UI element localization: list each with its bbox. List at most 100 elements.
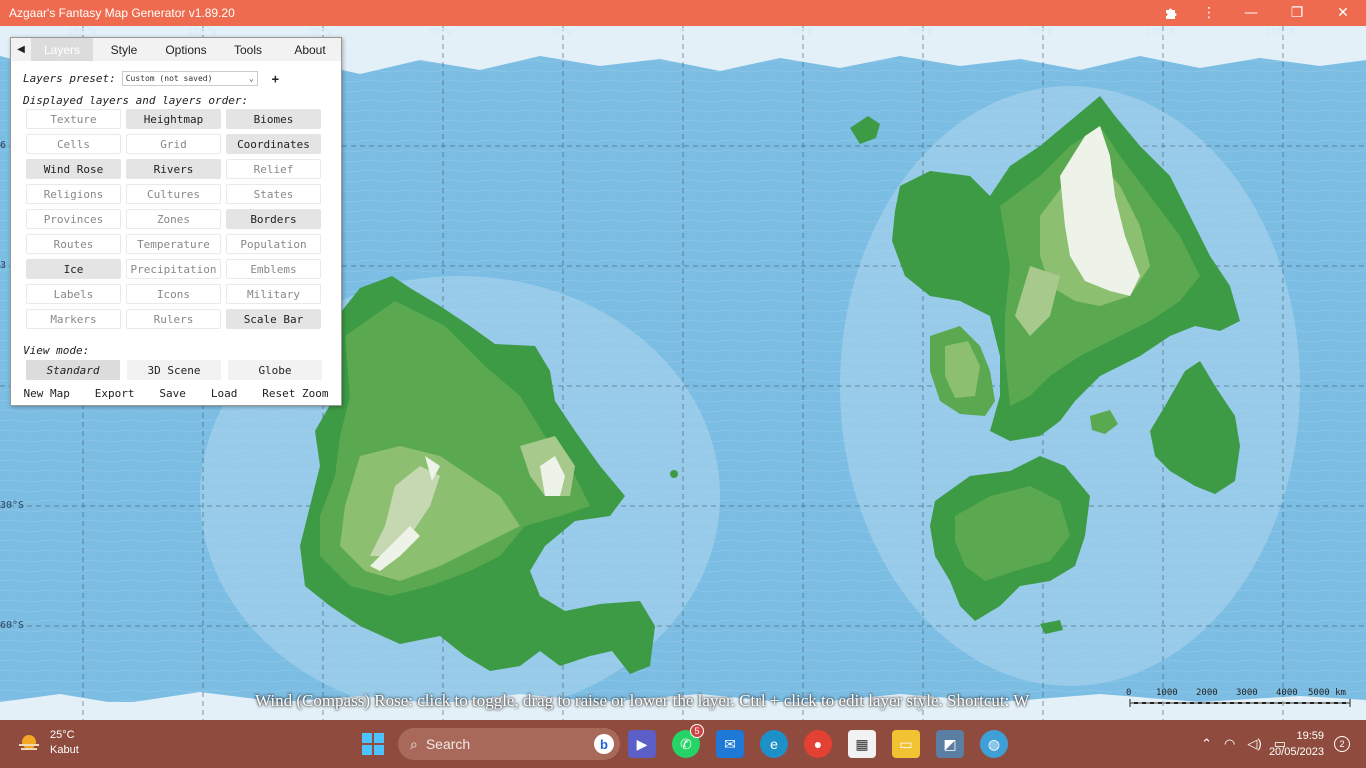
add-preset-button[interactable]: + <box>272 72 279 86</box>
temperature: 25°C <box>50 729 75 741</box>
layer-toggle-coordinates[interactable]: Coordinates <box>226 134 321 154</box>
scale-label: 0 <box>1126 688 1132 698</box>
layer-grid: Texture Heightmap Biomes Cells Grid Coordinat… <box>26 109 322 329</box>
layer-toggle-markers[interactable]: Markers <box>26 309 121 329</box>
search-placeholder: Search <box>425 736 471 752</box>
view-mode-row: Standard 3D Scene Globe <box>26 360 322 380</box>
layer-toggle-grid[interactable]: Grid <box>126 134 221 154</box>
latitude-label: 30°S <box>0 500 25 511</box>
layer-toggle-emblems[interactable]: Emblems <box>226 259 321 279</box>
save-button[interactable]: Save <box>159 387 186 400</box>
longitude-label: 150°E <box>1265 27 1296 38</box>
bing-icon[interactable]: b <box>594 734 614 754</box>
layer-toggle-rulers[interactable]: Rulers <box>126 309 221 329</box>
globe-app-icon[interactable]: ◍ <box>980 730 1008 758</box>
weather-icon <box>19 735 39 750</box>
tab-tools[interactable]: Tools <box>217 38 279 61</box>
scale-label: 1000 <box>1156 688 1178 698</box>
tab-options[interactable]: Options <box>155 38 217 61</box>
tab-layers[interactable]: Layers <box>31 38 93 61</box>
volume-icon[interactable]: ◁) <box>1247 736 1261 752</box>
layers-preset-row: Layers preset: Custom (not saved) ⌄ + <box>23 71 279 86</box>
map-generator-icon[interactable]: ◩ <box>936 730 964 758</box>
preset-value: Custom (not saved) <box>125 74 213 83</box>
collapse-panel-icon[interactable]: ◀ <box>11 44 31 55</box>
edge-icon[interactable]: e <box>760 730 788 758</box>
layer-tooltip: Wind (Compass) Rose: click to toggle, dr… <box>255 691 1030 710</box>
minimize-button[interactable]: — <box>1228 0 1274 26</box>
store-icon[interactable]: ▦ <box>848 730 876 758</box>
view-standard-button[interactable]: Standard <box>26 360 120 380</box>
taskbar: 25°C Kabut ⌕ Search b ▶ ✆ 5 ✉ e ● ▦ ▭ ◩ … <box>0 720 1366 768</box>
chevron-up-icon[interactable]: ⌃ <box>1201 736 1212 752</box>
longitude-label: 60°W <box>429 27 454 38</box>
view-3d-button[interactable]: 3D Scene <box>127 360 221 380</box>
view-globe-button[interactable]: Globe <box>228 360 322 380</box>
start-icon[interactable] <box>361 732 385 756</box>
longitude-label: 30°W <box>549 27 574 38</box>
panel-actions: New Map Export Save Load Reset Zoom <box>11 387 341 400</box>
layer-toggle-cultures[interactable]: Cultures <box>126 184 221 204</box>
layer-toggle-labels[interactable]: Labels <box>26 284 121 304</box>
layer-toggle-heightmap[interactable]: Heightmap <box>126 109 221 129</box>
time: 19:59 <box>1296 730 1324 742</box>
layer-toggle-routes[interactable]: Routes <box>26 234 121 254</box>
maximize-button[interactable]: ❐ <box>1274 0 1320 26</box>
weather-widget[interactable]: 25°C Kabut <box>16 728 79 758</box>
wifi-icon[interactable]: ◠ <box>1224 736 1235 752</box>
more-vert-icon[interactable]: ⋮ <box>1190 0 1228 26</box>
weather-condition: Kabut <box>50 744 79 756</box>
tab-style[interactable]: Style <box>93 38 155 61</box>
preset-select[interactable]: Custom (not saved) ⌄ <box>121 71 258 86</box>
longitude-label: 60°E <box>909 27 934 38</box>
layer-toggle-rivers[interactable]: Rivers <box>126 159 221 179</box>
layer-toggle-wind-rose[interactable]: Wind Rose <box>26 159 121 179</box>
layer-toggle-ice[interactable]: Ice <box>26 259 121 279</box>
chrome-icon[interactable]: ● <box>804 730 832 758</box>
notification-badge[interactable]: 2 <box>1334 736 1350 752</box>
new-map-button[interactable]: New Map <box>23 387 69 400</box>
scale-bar[interactable]: 0 1000 2000 3000 4000 5000 km <box>1122 686 1354 714</box>
layer-toggle-borders[interactable]: Borders <box>226 209 321 229</box>
layer-toggle-cells[interactable]: Cells <box>26 134 121 154</box>
layer-toggle-provinces[interactable]: Provinces <box>26 209 121 229</box>
layer-toggle-scale-bar[interactable]: Scale Bar <box>226 309 321 329</box>
clock[interactable]: 19:59 20/05/2023 <box>1269 728 1324 760</box>
latitude-label: 60°S <box>0 620 25 631</box>
mail-icon[interactable]: ✉ <box>716 730 744 758</box>
layers-heading: Displayed layers and layers order: <box>23 94 249 107</box>
layer-toggle-biomes[interactable]: Biomes <box>226 109 321 129</box>
preset-label: Layers preset: <box>23 72 116 85</box>
layer-toggle-states[interactable]: States <box>226 184 321 204</box>
longitude-label: 90°E <box>1029 27 1054 38</box>
layer-toggle-zones[interactable]: Zones <box>126 209 221 229</box>
close-button[interactable]: ✕ <box>1320 0 1366 26</box>
scale-label: 3000 <box>1236 688 1258 698</box>
longitude-label: 30°E <box>789 27 814 38</box>
whatsapp-icon[interactable]: ✆ 5 <box>672 724 704 758</box>
meet-icon[interactable]: ▶ <box>628 730 656 758</box>
export-button[interactable]: Export <box>95 387 135 400</box>
longitude-label: 120°E <box>1145 27 1176 38</box>
layer-toggle-relief[interactable]: Relief <box>226 159 321 179</box>
layer-toggle-precipitation[interactable]: Precipitation <box>126 259 221 279</box>
taskbar-search[interactable]: ⌕ Search b <box>398 728 620 760</box>
layers-panel: ◀ Layers Style Options Tools About Layer… <box>10 37 342 406</box>
puzzle-icon[interactable] <box>1152 0 1190 26</box>
layer-toggle-temperature[interactable]: Temperature <box>126 234 221 254</box>
layer-toggle-population[interactable]: Population <box>226 234 321 254</box>
reset-zoom-button[interactable]: Reset Zoom <box>262 387 328 400</box>
layer-toggle-icons[interactable]: Icons <box>126 284 221 304</box>
file-explorer-icon[interactable]: ▭ <box>892 730 920 758</box>
scale-label: 4000 <box>1276 688 1298 698</box>
title-bar: Azgaar's Fantasy Map Generator v1.89.20 … <box>0 0 1366 26</box>
latitude-label: 6 <box>0 140 7 151</box>
layer-toggle-religions[interactable]: Religions <box>26 184 121 204</box>
whatsapp-badge: 5 <box>690 724 704 738</box>
layer-toggle-military[interactable]: Military <box>226 284 321 304</box>
view-mode-label: View mode: <box>23 344 90 357</box>
layer-toggle-texture[interactable]: Texture <box>26 109 121 129</box>
scale-label: 2000 <box>1196 688 1218 698</box>
load-button[interactable]: Load <box>211 387 238 400</box>
tab-about[interactable]: About <box>279 38 341 61</box>
